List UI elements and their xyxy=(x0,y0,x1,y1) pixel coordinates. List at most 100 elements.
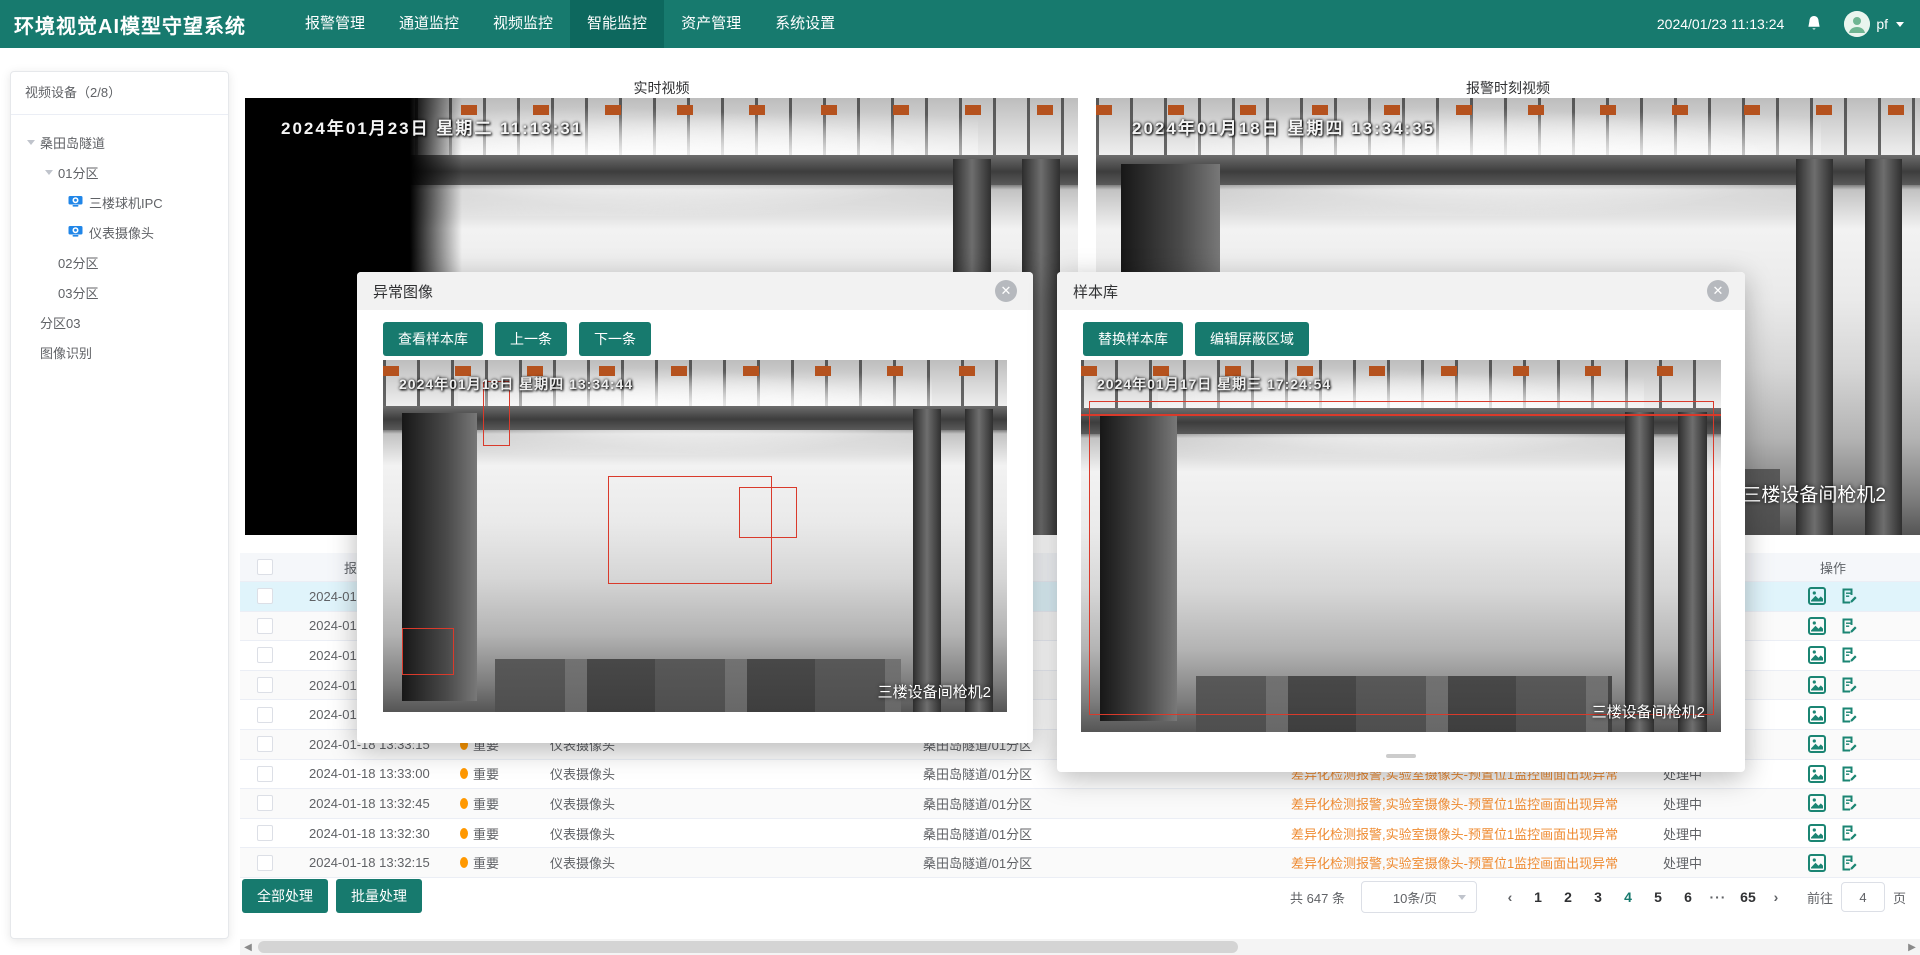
page-button-1[interactable]: 1 xyxy=(1523,889,1553,905)
mask-region-line xyxy=(1081,414,1721,416)
row-checkbox[interactable] xyxy=(257,588,273,604)
view-image-icon[interactable] xyxy=(1808,735,1826,753)
alarm-camera-name: 三楼设备间枪机2 xyxy=(1742,480,1886,507)
view-image-icon[interactable] xyxy=(1808,587,1826,605)
row-checkbox[interactable] xyxy=(257,766,273,782)
scroll-right-icon[interactable]: ▶ xyxy=(1904,939,1920,955)
nav-item-6[interactable]: 系统设置 xyxy=(758,0,852,48)
location-cell: 桑田岛隧道/01分区 xyxy=(910,853,1280,872)
row-checkbox[interactable] xyxy=(257,647,273,663)
tree-node-5[interactable]: 02分区 xyxy=(11,247,228,277)
tree-node-4[interactable]: 仪表摄像头 xyxy=(11,217,228,247)
prev-page-button[interactable]: ‹ xyxy=(1497,889,1523,905)
tree-node-6[interactable]: 03分区 xyxy=(11,277,228,307)
edit-record-icon[interactable] xyxy=(1840,824,1858,842)
process-all-button[interactable]: 全部处理 xyxy=(242,879,328,913)
process-batch-button[interactable]: 批量处理 xyxy=(336,879,422,913)
status-cell: 处理中 xyxy=(1652,824,1746,843)
nav-item-4[interactable]: 智能监控 xyxy=(570,0,664,48)
row-checkbox[interactable] xyxy=(257,825,273,841)
view-image-icon[interactable] xyxy=(1808,794,1826,812)
level-dot-icon xyxy=(460,768,468,779)
carousel-indicator[interactable] xyxy=(1386,754,1416,758)
view-image-icon[interactable] xyxy=(1808,765,1826,783)
view-image-icon[interactable] xyxy=(1808,854,1826,872)
tree-node-7[interactable]: 分区03 xyxy=(11,307,228,337)
next-page-button[interactable]: › xyxy=(1763,889,1789,905)
edit-record-icon[interactable] xyxy=(1840,706,1858,724)
row-checkbox[interactable] xyxy=(257,618,273,634)
nav-item-2[interactable]: 通道监控 xyxy=(382,0,476,48)
edit-record-icon[interactable] xyxy=(1840,646,1858,664)
camera-icon xyxy=(68,225,83,239)
abnormal-image-camera: 三楼设备间枪机2 xyxy=(878,681,991,702)
edit-record-icon[interactable] xyxy=(1840,617,1858,635)
alarm-message-link[interactable]: 差异化检测报警,实验室摄像头-预置位1监控画面出现异常 xyxy=(1280,853,1652,872)
navbar-datetime: 2024/01/23 11:13:24 xyxy=(1657,16,1784,32)
user-menu[interactable]: pf xyxy=(1844,11,1904,37)
nav-item-5[interactable]: 资产管理 xyxy=(664,0,758,48)
view-image-icon[interactable] xyxy=(1808,646,1826,664)
page-size-value: 10条/页 xyxy=(1372,888,1458,907)
nav-item-1[interactable]: 报警管理 xyxy=(288,0,382,48)
row-checkbox[interactable] xyxy=(257,707,273,723)
view-image-icon[interactable] xyxy=(1808,706,1826,724)
goto-label: 前往 xyxy=(1807,888,1833,907)
tree-node-2[interactable]: 01分区 xyxy=(11,157,228,187)
scroll-left-icon[interactable]: ◀ xyxy=(240,939,256,955)
scrollbar-thumb[interactable] xyxy=(258,941,1238,953)
notification-bell-icon[interactable] xyxy=(1804,14,1824,34)
row-checkbox-cell xyxy=(240,825,290,841)
row-checkbox[interactable] xyxy=(257,677,273,693)
select-all-checkbox[interactable] xyxy=(257,559,273,575)
tree-node-8[interactable]: 图像识别 xyxy=(11,337,228,367)
edit-record-icon[interactable] xyxy=(1840,794,1858,812)
tree-node-label: 01分区 xyxy=(58,163,98,182)
page-button-4[interactable]: 4 xyxy=(1613,889,1643,905)
footer-actions: 全部处理 批量处理 xyxy=(242,879,422,913)
edit-record-icon[interactable] xyxy=(1840,765,1858,783)
page-button-5[interactable]: 5 xyxy=(1643,889,1673,905)
page-button-3[interactable]: 3 xyxy=(1583,889,1613,905)
alarm-time-cell: 2024-01-18 13:32:15 xyxy=(290,855,450,870)
view-image-icon[interactable] xyxy=(1808,824,1826,842)
close-icon[interactable] xyxy=(995,280,1017,302)
abnormal-image-timestamp: 2024年01月18日 星期四 13:34:44 xyxy=(399,374,633,394)
nav-item-3[interactable]: 视频监控 xyxy=(476,0,570,48)
view-image-icon[interactable] xyxy=(1808,676,1826,694)
alarm-message-link[interactable]: 差异化检测报警,实验室摄像头-预置位1监控画面出现异常 xyxy=(1280,794,1652,813)
edit-record-icon[interactable] xyxy=(1840,735,1858,753)
close-icon[interactable] xyxy=(1707,280,1729,302)
page-button-2[interactable]: 2 xyxy=(1553,889,1583,905)
edit-record-icon[interactable] xyxy=(1840,587,1858,605)
edit-record-icon[interactable] xyxy=(1840,676,1858,694)
row-checkbox[interactable] xyxy=(257,795,273,811)
row-checkbox[interactable] xyxy=(257,736,273,752)
prev-item-button[interactable]: 上一条 xyxy=(495,322,567,356)
replace-sample-button[interactable]: 替换样本库 xyxy=(1083,322,1183,356)
view-image-icon[interactable] xyxy=(1808,617,1826,635)
operation-cell xyxy=(1746,794,1920,812)
next-item-button[interactable]: 下一条 xyxy=(579,322,651,356)
table-row: 2024-01-18 13:32:30重要仪表摄像头桑田岛隧道/01分区差异化检… xyxy=(240,819,1920,849)
live-video-timestamp: 2024年01月23日 星期二 11:13:31 xyxy=(281,114,583,139)
edit-mask-area-button[interactable]: 编辑屏蔽区域 xyxy=(1195,322,1309,356)
abnormal-modal-buttons: 查看样本库 上一条 下一条 xyxy=(357,310,1033,356)
tree-node-3[interactable]: 三楼球机IPC xyxy=(11,187,228,217)
abnormal-modal-title: 异常图像 xyxy=(373,281,433,302)
pagination-pages: 123456···65 xyxy=(1523,889,1763,905)
edit-record-icon[interactable] xyxy=(1840,854,1858,872)
goto-page-input[interactable] xyxy=(1841,882,1885,912)
page-button-6[interactable]: 6 xyxy=(1673,889,1703,905)
page-size-select[interactable]: 10条/页 xyxy=(1361,881,1477,913)
view-sample-lib-button[interactable]: 查看样本库 xyxy=(383,322,483,356)
row-checkbox[interactable] xyxy=(257,855,273,871)
alarm-message-link[interactable]: 差异化检测报警,实验室摄像头-预置位1监控画面出现异常 xyxy=(1280,824,1652,843)
tree-node-1[interactable]: 桑田岛隧道 xyxy=(11,127,228,157)
caret-down-icon[interactable] xyxy=(45,170,58,175)
sample-modal-title: 样本库 xyxy=(1073,281,1118,302)
horizontal-scrollbar[interactable]: ◀ ▶ xyxy=(240,939,1920,955)
caret-down-icon[interactable] xyxy=(27,140,40,145)
pagination-ellipsis[interactable]: ··· xyxy=(1703,889,1733,905)
page-button-65[interactable]: 65 xyxy=(1733,889,1763,905)
